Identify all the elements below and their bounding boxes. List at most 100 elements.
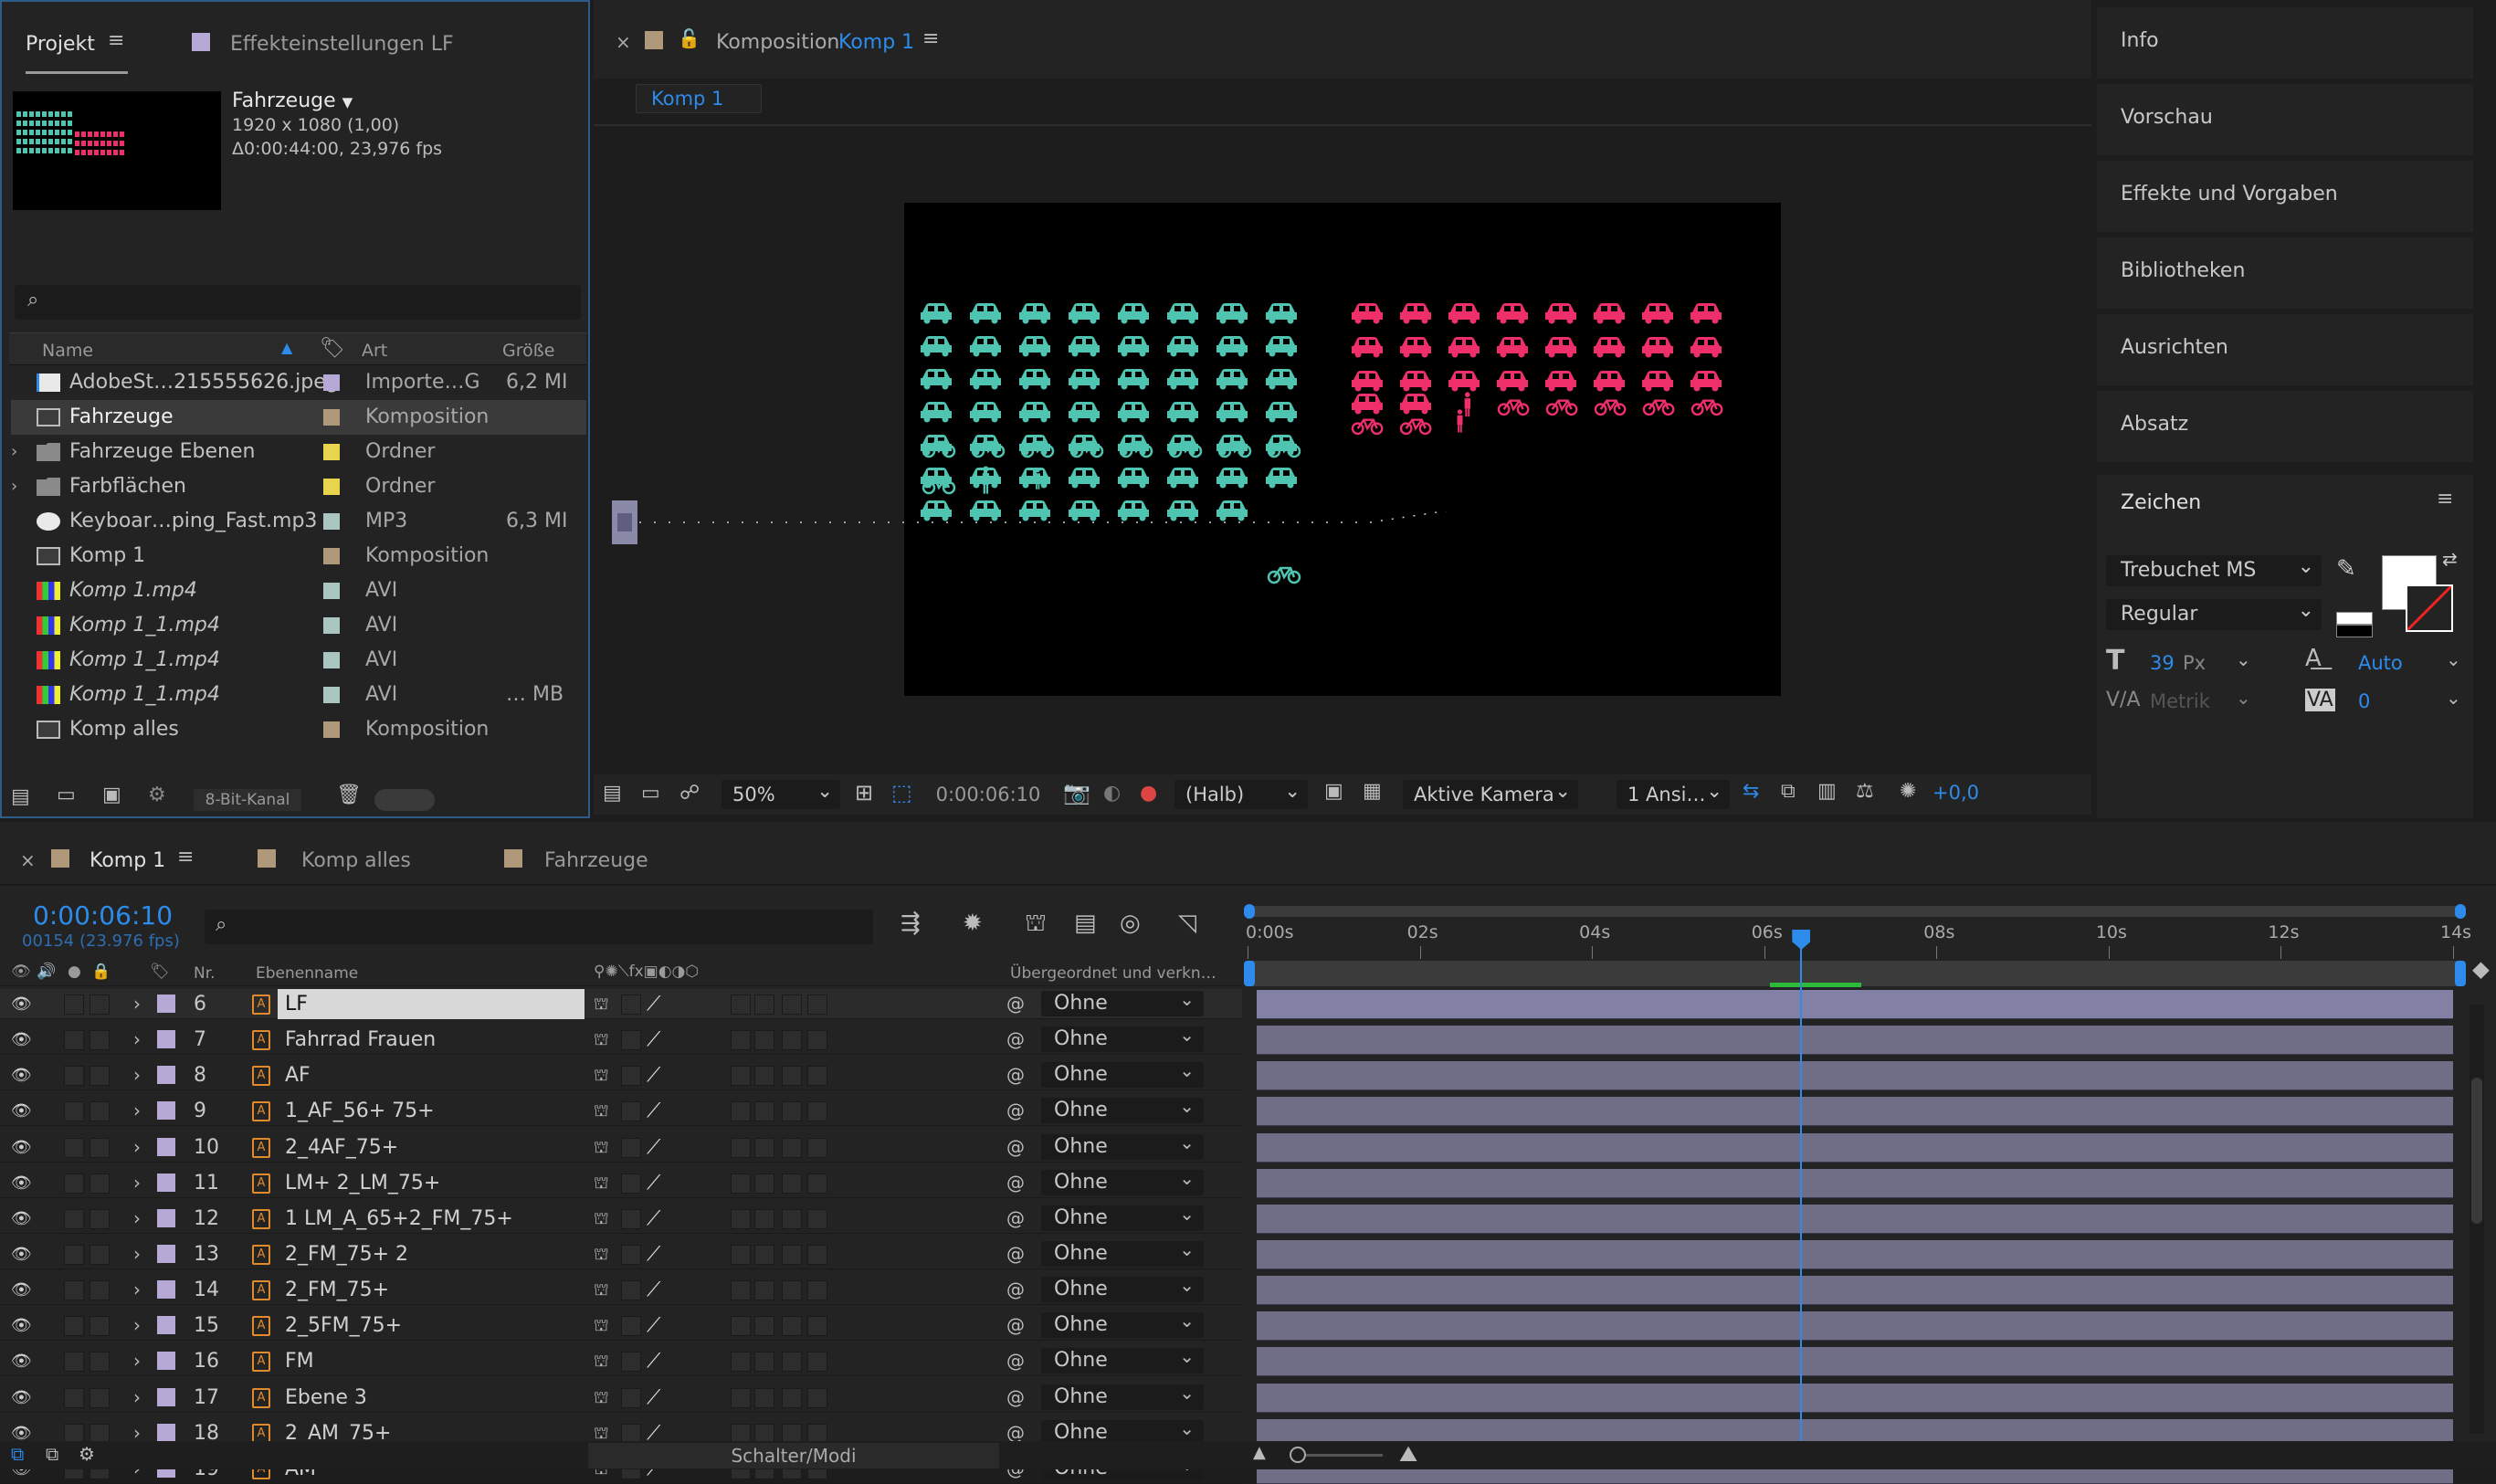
frame-blending-icon[interactable]: ▤ (1074, 910, 1097, 937)
monitor-icon[interactable]: ▭ (641, 782, 660, 805)
quality-switch-icon[interactable]: ⟋ (647, 1346, 660, 1376)
layer-duration-bar[interactable] (1257, 1347, 2453, 1377)
shy-layers-icon[interactable]: ⛫ (1025, 910, 1047, 941)
adjustment-switch[interactable] (782, 1208, 802, 1229)
project-item[interactable]: Komp 1 Komposition (11, 539, 586, 574)
layer-duration-bar[interactable] (1257, 990, 2453, 1019)
camera-dropdown[interactable]: Aktive Kamera ⌄ (1403, 780, 1578, 809)
3d-switch[interactable] (807, 995, 827, 1015)
layer-row[interactable]: 👁 › 12 A 1 LM_A_65+2_FM_75+ ⛫ ⟋ @ Ohne (0, 1201, 1242, 1234)
modes-icon[interactable]: ⧉ (46, 1443, 58, 1465)
time-ruler[interactable]: 0:00s 02s 04s 06s 08s 10s 12s 14s (1244, 904, 2471, 988)
3d-switch[interactable] (807, 1208, 827, 1229)
expand-chevron-icon[interactable]: › (133, 1096, 141, 1126)
label-color-swatch[interactable] (157, 1137, 175, 1156)
parent-pickwhip-icon[interactable]: @ (1006, 1096, 1025, 1126)
layer-name[interactable]: 2_5FM_75+ (278, 1310, 402, 1341)
project-item[interactable]: AdobeSt…215555626.jpeg Importe…G 6,2 MI (11, 365, 586, 400)
layer-name[interactable]: Fahrrad Frauen (278, 1025, 436, 1055)
quality-switch-icon[interactable]: ⟋ (647, 1132, 660, 1163)
default-colors-icon[interactable] (2336, 612, 2373, 625)
lock-toggle[interactable] (90, 1101, 110, 1122)
zoom-slider-handle[interactable] (1290, 1447, 1306, 1463)
expand-chevron-icon[interactable]: › (133, 1275, 141, 1305)
solo-toggle[interactable] (64, 995, 84, 1015)
layer-name[interactable]: 1_AF_56+ 75+ (278, 1096, 435, 1126)
sort-ascending-icon[interactable]: ▲ (281, 339, 292, 356)
solo-toggle[interactable] (64, 1387, 84, 1408)
quality-switch-icon[interactable]: ⟋ (647, 1168, 660, 1198)
adjustment-switch[interactable] (782, 1101, 802, 1122)
new-composition-icon[interactable]: ▣ (102, 784, 121, 806)
effect-switch[interactable] (731, 1208, 751, 1229)
shy-switch-icon[interactable]: ⛫ (594, 1275, 609, 1305)
shy-switch-icon[interactable]: ⛫ (594, 989, 609, 1019)
quality-switch-icon[interactable]: ⟋ (647, 1275, 660, 1305)
label-color-swatch[interactable] (157, 1352, 175, 1371)
panel-menu-icon[interactable]: ≡ (177, 846, 194, 868)
panel-5[interactable]: Absatz (2097, 391, 2473, 462)
lock-toggle[interactable] (90, 1030, 110, 1051)
font-style-dropdown[interactable]: Regular ⌄ (2106, 599, 2322, 630)
eye-icon[interactable]: 👁 (11, 963, 31, 981)
project-item[interactable]: › Fahrzeuge Ebenen Ordner (11, 435, 586, 469)
label-color-swatch[interactable] (323, 583, 340, 599)
vertical-scrollbar[interactable] (2470, 1005, 2484, 1434)
adjustment-switch[interactable] (782, 1030, 802, 1051)
parent-pickwhip-icon[interactable]: @ (1006, 1025, 1025, 1055)
collapse-switch[interactable] (621, 1280, 641, 1301)
project-item[interactable]: Komp alles Komposition (11, 712, 586, 747)
parent-pickwhip-icon[interactable]: @ (1006, 1383, 1025, 1413)
label-color-swatch[interactable] (323, 548, 340, 564)
solo-toggle[interactable] (64, 1137, 84, 1158)
col-type[interactable]: Art (362, 341, 387, 361)
font-size-value[interactable]: 39 (2150, 652, 2175, 674)
solo-toggle[interactable] (64, 1352, 84, 1373)
collapse-switch[interactable] (621, 1316, 641, 1337)
parent-dropdown[interactable]: Ohne (1041, 1237, 1204, 1267)
layer-duration-bar[interactable] (1257, 1383, 2453, 1413)
collapse-switch[interactable] (621, 1352, 641, 1373)
quality-switch-icon[interactable]: ⟋ (647, 1310, 660, 1341)
flowchart-icon[interactable]: ⚖ (1856, 780, 1874, 803)
expand-chevron-icon[interactable]: › (133, 1132, 141, 1163)
quality-switch-icon[interactable]: ⟋ (647, 989, 660, 1019)
label-color-swatch[interactable] (323, 617, 340, 634)
trash-icon[interactable]: 🗑 (336, 784, 362, 806)
label-color-swatch[interactable] (323, 721, 340, 738)
collapse-switch[interactable] (621, 1244, 641, 1265)
label-color-swatch[interactable] (323, 513, 340, 530)
effect-switch[interactable] (731, 1137, 751, 1158)
timeline-timecode[interactable]: 0:00:06:10 (33, 900, 173, 931)
parent-dropdown[interactable]: Ohne (1041, 1201, 1204, 1231)
expand-chevron-icon[interactable]: › (133, 1239, 141, 1269)
3d-switch[interactable] (807, 1280, 827, 1301)
effect-switch[interactable] (731, 1316, 751, 1337)
panel-0[interactable]: Info (2097, 7, 2473, 79)
label-color-swatch[interactable] (323, 374, 340, 391)
eye-icon[interactable]: 👁 (11, 1275, 32, 1305)
layer-row[interactable]: 👁 › 17 A Ebene 3 ⛫ ⟋ @ Ohne (0, 1380, 1242, 1413)
tracking-value[interactable]: 0 (2358, 690, 2370, 712)
solo-icon[interactable]: ● (68, 963, 81, 981)
playhead[interactable] (1792, 930, 1811, 1459)
breadcrumb[interactable]: Komp 1 (636, 84, 762, 113)
lock-toggle[interactable] (90, 995, 110, 1015)
parent-pickwhip-icon[interactable]: @ (1006, 1132, 1025, 1163)
leading-value[interactable]: Auto (2358, 652, 2403, 674)
motion-blur-switch[interactable] (754, 1280, 774, 1301)
effect-switch[interactable] (731, 1244, 751, 1265)
show-snapshot-icon[interactable]: ◐ (1103, 782, 1121, 805)
lock-toggle[interactable] (90, 1387, 110, 1408)
collapse-switch[interactable] (621, 1101, 641, 1122)
comp-flowchart-icon[interactable]: ⇶ (900, 910, 921, 937)
project-item[interactable]: Fahrzeuge Komposition (11, 400, 586, 435)
adjustment-switch[interactable] (782, 1244, 802, 1265)
layer-switches-icon[interactable]: ⧉ (11, 1443, 24, 1465)
project-item[interactable]: Komp 1_1.mp4 AVI … MB (11, 678, 586, 712)
lock-toggle[interactable] (90, 1137, 110, 1158)
work-area-end[interactable] (2455, 904, 2466, 919)
zoom-dropdown[interactable]: 50% ⌄ (721, 780, 840, 809)
expand-chevron-icon[interactable]: › (133, 1204, 141, 1234)
label-color-swatch[interactable] (157, 995, 175, 1013)
